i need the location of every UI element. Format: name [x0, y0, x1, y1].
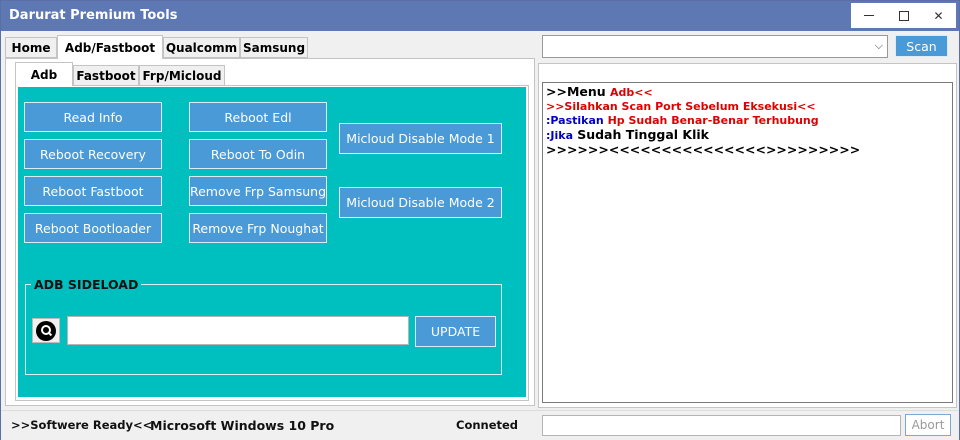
reboot-bootloader-button[interactable]: Reboot Bootloader: [24, 213, 162, 243]
port-select[interactable]: ⌵: [542, 35, 888, 58]
close-icon: ✕: [933, 8, 944, 23]
tab-samsung[interactable]: Samsung: [240, 37, 308, 58]
tab-home[interactable]: Home: [5, 37, 57, 58]
log-line-menu: >>Menu Adb<<: [546, 84, 653, 100]
remove-frp-noughat-button[interactable]: Remove Frp Noughat: [189, 213, 327, 243]
reboot-to-odin-button[interactable]: Reboot To Odin: [189, 139, 327, 169]
micloud-disable-mode-2-button[interactable]: Micloud Disable Mode 2: [339, 187, 502, 218]
tab-adb[interactable]: Adb: [15, 62, 73, 86]
tab-frp-micloud[interactable]: Frp/Micloud: [139, 65, 225, 86]
close-button[interactable]: ✕: [921, 3, 956, 28]
maximize-icon: [898, 10, 909, 21]
status-ready: >>Softwere Ready<<: [11, 418, 153, 432]
chevron-down-icon: ⌵: [874, 39, 883, 52]
tab-adb-fastboot[interactable]: Adb/Fastboot: [57, 35, 163, 59]
window-controls: ✕: [851, 3, 956, 28]
micloud-disable-mode-1-button[interactable]: Micloud Disable Mode 1: [339, 123, 502, 154]
minimize-icon: [863, 15, 874, 16]
status-connection: Conneted: [456, 418, 519, 432]
browse-file-button[interactable]: [32, 318, 60, 343]
tab-qualcomm[interactable]: Qualcomm: [163, 37, 240, 58]
reboot-fastboot-button[interactable]: Reboot Fastboot: [24, 176, 162, 206]
maximize-button[interactable]: [886, 3, 921, 28]
window-title: Darurat Premium Tools: [9, 8, 178, 23]
app-window: Darurat Premium Tools ✕ Home Adb/Fastboo…: [0, 0, 960, 440]
log-line-pastikan: :Pastikan Hp Sudah Benar-Benar Terhubung: [546, 114, 819, 127]
log-line-scan-port: >>Silahkan Scan Port Sebelum Eksekusi<<: [546, 100, 816, 113]
log-line-jika: :Jika Sudah Tinggal Klik: [546, 127, 709, 143]
minimize-button[interactable]: [851, 3, 886, 28]
log-output[interactable]: >>Menu Adb<< >>Silahkan Scan Port Sebelu…: [542, 82, 953, 403]
status-os: Microsoft Windows 10 Pro: [150, 418, 335, 433]
reboot-recovery-button[interactable]: Reboot Recovery: [24, 139, 162, 169]
read-info-button[interactable]: Read Info: [24, 102, 162, 132]
title-bar[interactable]: Darurat Premium Tools ✕: [1, 1, 959, 31]
tab-fastboot[interactable]: Fastboot: [73, 65, 139, 86]
search-icon: [36, 320, 56, 341]
remove-frp-samsung-button[interactable]: Remove Frp Samsung: [189, 176, 327, 206]
progress-field: [542, 415, 901, 436]
adb-sideload-title: ADB SIDELOAD: [31, 277, 142, 292]
abort-button[interactable]: Abort: [905, 414, 951, 436]
log-line-separator: >>>>>><<<<<<<<<<<<<<<>>>>>>>>>: [546, 142, 861, 157]
sideload-file-input[interactable]: [67, 316, 409, 345]
scan-button[interactable]: Scan: [895, 35, 948, 57]
update-button[interactable]: UPDATE: [415, 316, 496, 347]
reboot-edl-button[interactable]: Reboot Edl: [189, 102, 327, 132]
